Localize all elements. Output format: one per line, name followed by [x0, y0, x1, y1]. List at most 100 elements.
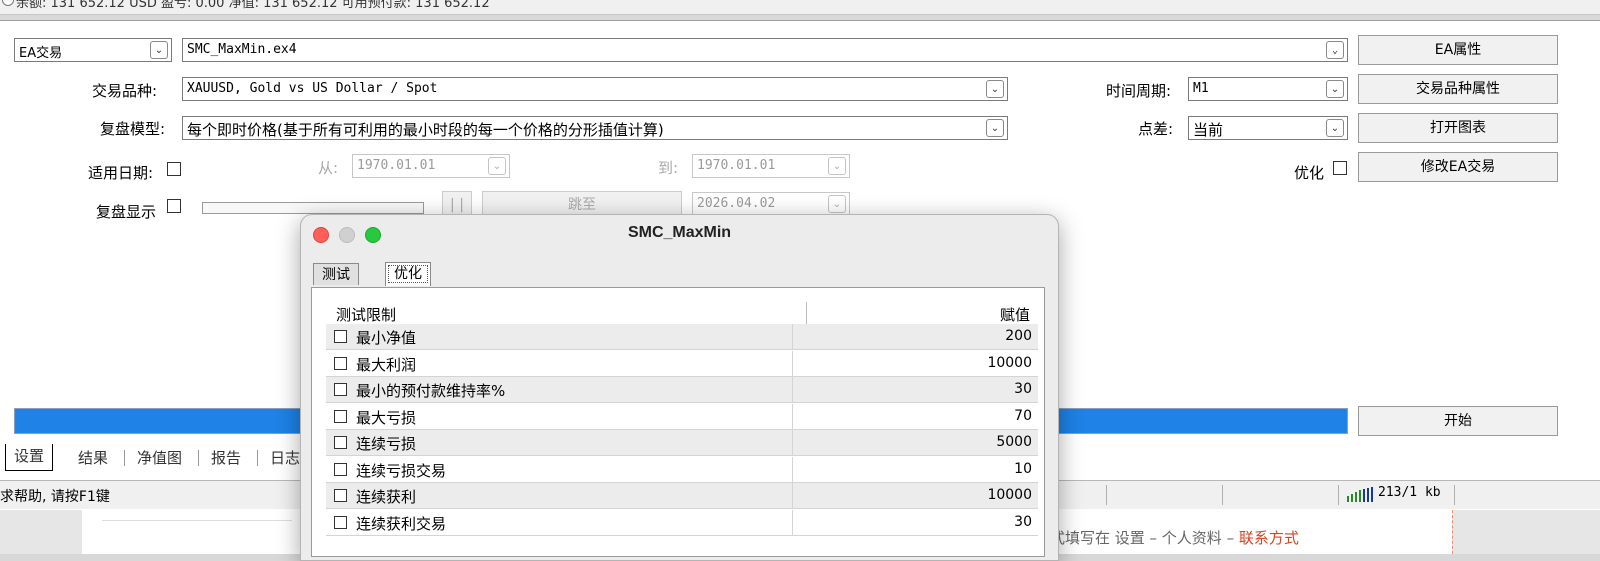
limit-name: 最小净值 — [356, 329, 417, 347]
chevron-down-icon: ⌄ — [1326, 119, 1344, 137]
limit-value[interactable]: 70 — [1014, 408, 1032, 424]
limit-name: 连续获利交易 — [356, 514, 447, 533]
row-checkbox[interactable] — [334, 515, 347, 529]
from-date-value: 1970.01.01 — [357, 158, 436, 173]
row-checkbox[interactable] — [334, 330, 347, 343]
expert-select[interactable]: SMC_MaxMin.ex4 ⌄ — [182, 38, 1348, 62]
symbol-properties-button[interactable]: 交易品种属性 — [1358, 74, 1558, 104]
tab-journal[interactable]: 日志 — [270, 446, 300, 470]
limit-value[interactable]: 30 — [1014, 381, 1032, 397]
row-checkbox[interactable] — [334, 383, 347, 396]
table-row[interactable]: 连续亏损 5000 — [326, 430, 1038, 456]
chevron-down-icon: ⌄ — [986, 119, 1004, 137]
tab-settings[interactable]: 设置 — [5, 444, 54, 471]
mode-value: EA交易 — [19, 46, 63, 61]
webpage-text: 式填写在 设置 – 个人资料 – 联系方式 — [1050, 527, 1299, 548]
visual-mode-checkbox[interactable] — [167, 199, 181, 213]
row-checkbox[interactable] — [334, 489, 347, 502]
column-separator — [792, 403, 793, 430]
limit-value[interactable]: 5000 — [996, 434, 1032, 450]
limit-value[interactable]: 30 — [1014, 514, 1032, 530]
table-row[interactable]: 最小净值 200 — [326, 324, 1038, 350]
table-row[interactable]: 最大利润 10000 — [326, 350, 1038, 377]
column-separator — [792, 377, 793, 403]
open-chart-button[interactable]: 打开图表 — [1358, 113, 1558, 143]
row-checkbox[interactable] — [334, 436, 347, 449]
dialog-title: SMC_MaxMin — [627, 224, 732, 241]
limit-value[interactable]: 10000 — [987, 487, 1032, 503]
period-select[interactable]: M1 ⌄ — [1188, 77, 1348, 101]
to-label: 到: — [658, 159, 679, 177]
table-row[interactable]: 连续获利 10000 — [326, 483, 1038, 509]
limit-name: 连续亏损交易 — [356, 461, 447, 480]
contact-link[interactable]: 联系方式 — [1239, 529, 1299, 547]
grid-header: 测试限制 赋值 — [326, 302, 1038, 324]
column-separator — [792, 483, 793, 509]
status-separator — [1106, 485, 1107, 505]
column-separator — [806, 302, 807, 324]
period-value: M1 — [1193, 81, 1209, 96]
model-select[interactable]: 每个即时价格(基于所有可利用的最小时段的每一个价格的分形插值计算) ⌄ — [182, 116, 1008, 140]
chevron-down-icon: ⌄ — [1326, 41, 1344, 59]
mode-select[interactable]: EA交易 ⌄ — [14, 38, 172, 62]
visual-mode-label: 复盘显示 — [96, 203, 157, 221]
column-separator — [792, 509, 793, 536]
table-row[interactable]: 最大亏损 70 — [326, 403, 1038, 430]
column-separator — [792, 324, 793, 350]
tab-results[interactable]: 结果 — [78, 446, 108, 470]
tab-report[interactable]: 报告 — [211, 446, 241, 470]
help-hint: 求帮助, 请按F1键 — [0, 489, 110, 505]
expert-inputs-dialog: SMC_MaxMin 测试 优化 测试限制 赋值 最小净值 200 最大利润 1000… — [300, 214, 1059, 561]
skip-date-picker[interactable]: 2026.04.02 ⌄ — [692, 192, 850, 216]
table-row[interactable]: 连续获利交易 30 — [326, 509, 1038, 536]
spread-select[interactable]: 当前 ⌄ — [1188, 116, 1348, 140]
limits-grid: 测试限制 赋值 最小净值 200 最大利润 10000 最小的预付款维持率% 30 最大亏损… — [311, 287, 1045, 557]
dialog-titlebar: SMC_MaxMin — [301, 215, 1058, 253]
expert-value: SMC_MaxMin.ex4 — [187, 42, 297, 57]
tab-testing[interactable]: 测试 — [313, 263, 359, 285]
chevron-down-icon: ⌄ — [150, 41, 168, 59]
modify-ea-button[interactable]: 修改EA交易 — [1358, 152, 1558, 182]
row-checkbox[interactable] — [334, 356, 347, 370]
tab-optimization[interactable]: 优化 — [385, 262, 431, 286]
limit-name: 最大亏损 — [356, 408, 417, 427]
header-value: 赋值 — [999, 306, 1030, 324]
row-checkbox[interactable] — [334, 409, 347, 423]
table-row[interactable]: 最小的预付款维持率% 30 — [326, 377, 1038, 403]
from-date-picker[interactable]: 1970.01.01 ⌄ — [352, 154, 510, 178]
limit-value[interactable]: 200 — [1005, 328, 1032, 344]
network-traffic: 213/1 kb — [1378, 485, 1441, 500]
chevron-down-icon: ⌄ — [828, 157, 846, 175]
column-separator — [792, 430, 793, 456]
account-status-text: 余额: 131 652.12 USD 盈亏: 0.00 净值: 131 652.… — [16, 0, 490, 11]
symbol-select[interactable]: XAUUSD, Gold vs US Dollar / Spot ⌄ — [182, 77, 1008, 101]
tab-equity-graph[interactable]: 净值图 — [137, 446, 182, 470]
skip-date-value: 2026.04.02 — [697, 196, 776, 211]
chevron-down-icon: ⌄ — [488, 157, 506, 175]
status-separator — [1454, 485, 1455, 505]
radio-icon — [2, 0, 14, 6]
symbol-value: XAUUSD, Gold vs US Dollar / Spot — [187, 81, 438, 96]
divider — [1452, 510, 1454, 554]
limit-value[interactable]: 10 — [1014, 461, 1032, 477]
connection-bars-icon — [1347, 487, 1373, 502]
chevron-down-icon: ⌄ — [986, 80, 1004, 98]
use-date-checkbox[interactable] — [167, 162, 181, 176]
webpage-text-main: 式填写在 设置 – 个人资料 – — [1050, 529, 1239, 547]
status-separator — [1338, 485, 1339, 505]
table-row[interactable]: 连续亏损交易 10 — [326, 456, 1038, 483]
ea-properties-button[interactable]: EA属性 — [1358, 35, 1558, 65]
row-checkbox[interactable] — [334, 462, 347, 476]
optimize-checkbox[interactable] — [1333, 161, 1347, 175]
start-button[interactable]: 开始 — [1358, 406, 1558, 436]
period-label: 时间周期: — [1106, 82, 1172, 100]
symbol-label: 交易品种: — [92, 82, 158, 100]
column-separator — [792, 350, 793, 377]
speed-slider[interactable] — [202, 202, 424, 214]
spread-value: 当前 — [1193, 121, 1224, 139]
limit-value[interactable]: 10000 — [987, 355, 1032, 371]
limit-name: 连续亏损 — [356, 435, 417, 453]
divider — [102, 520, 292, 521]
model-label: 复盘模型: — [100, 120, 166, 138]
to-date-picker[interactable]: 1970.01.01 ⌄ — [692, 154, 850, 178]
